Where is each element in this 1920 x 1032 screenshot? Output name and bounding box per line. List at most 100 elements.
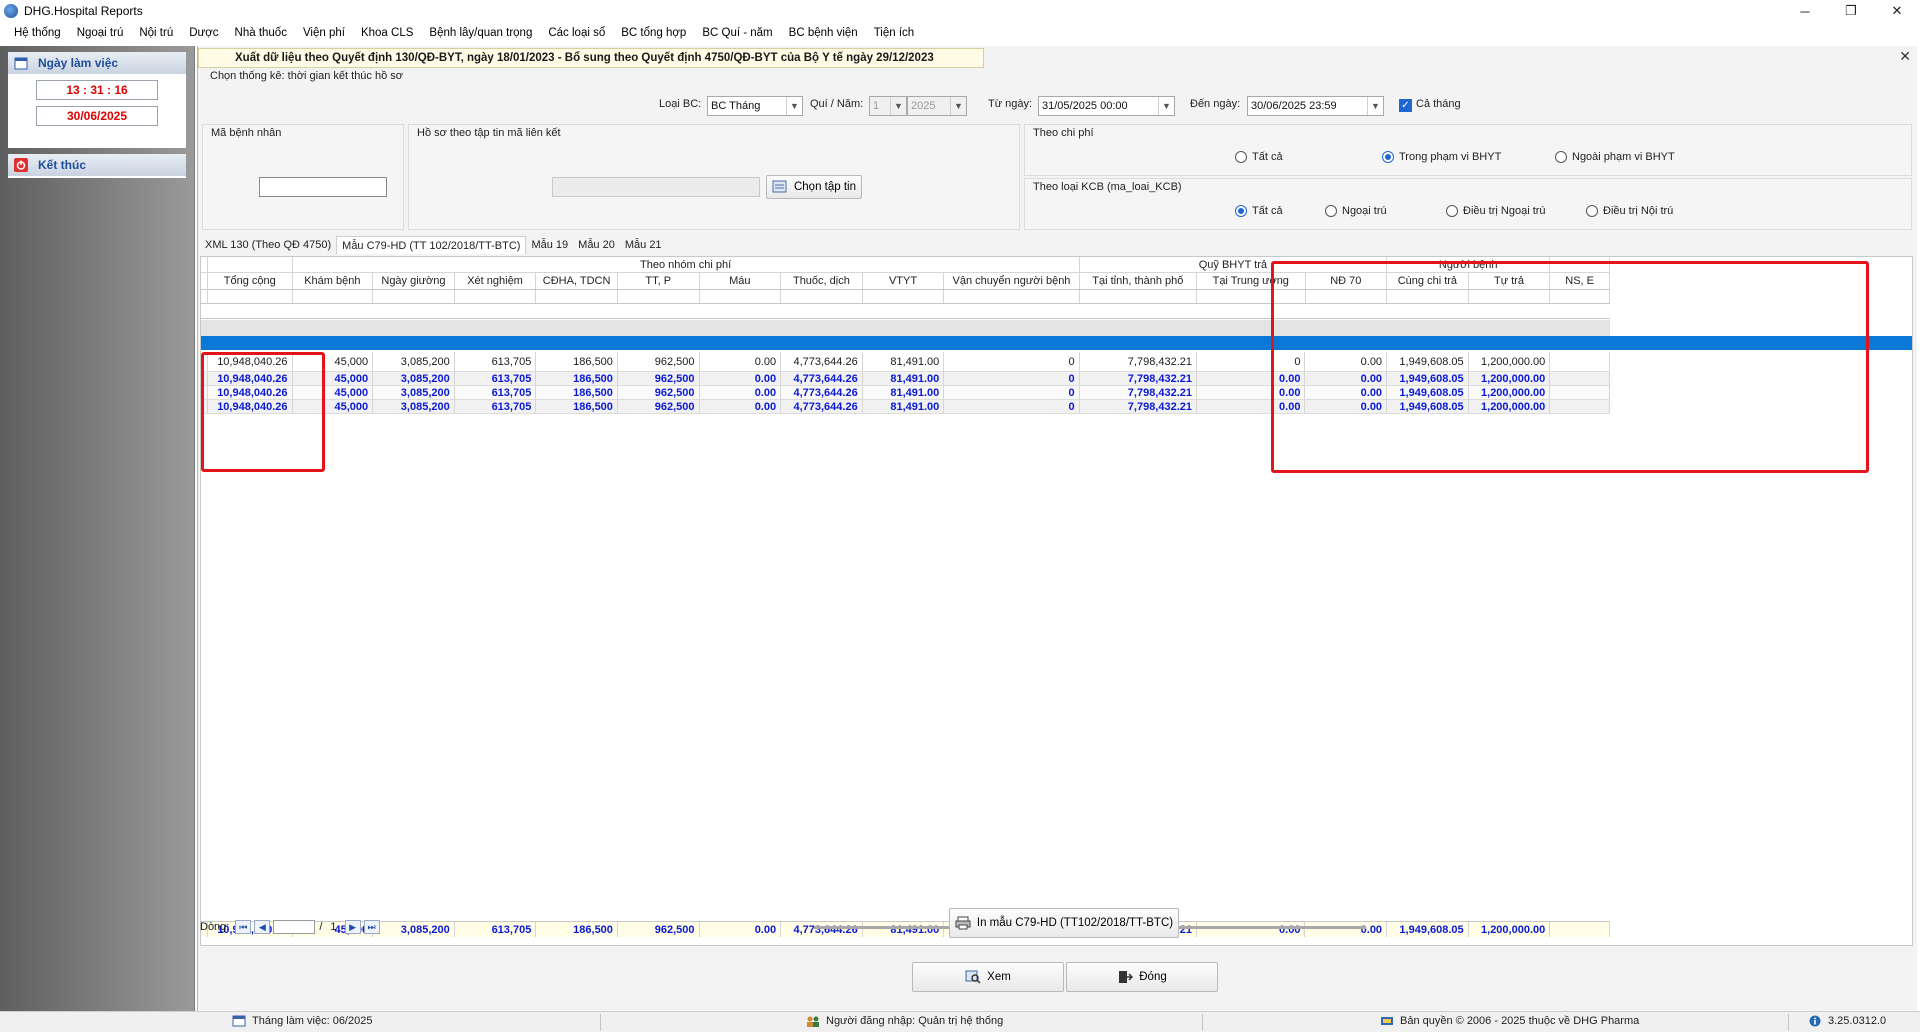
kcb-radio-outpatient[interactable]: Ngoại trú: [1325, 205, 1387, 217]
column-header[interactable]: Thuốc, dịch: [781, 273, 863, 289]
table-cell[interactable]: 3,085,200: [373, 372, 455, 385]
table-cell[interactable]: 7,798,432.21: [1080, 352, 1198, 371]
table-cell[interactable]: 186,500: [536, 372, 618, 385]
next-page-icon[interactable]: ▶: [344, 920, 361, 934]
choose-file-button[interactable]: Chọn tập tin: [766, 175, 862, 199]
table-cell[interactable]: 0.00: [700, 372, 782, 385]
column-header[interactable]: Xét nghiệm: [455, 273, 537, 289]
filter-cell[interactable]: [700, 290, 782, 303]
table-cell[interactable]: 81,491.00: [863, 400, 945, 413]
minimize-button[interactable]: ─: [1782, 0, 1828, 22]
table-cell[interactable]: 4,773,644.26: [781, 372, 863, 385]
filter-cell[interactable]: [536, 290, 618, 303]
kcb-radio-outpatient-treatment[interactable]: Điều trị Ngoại trú: [1446, 205, 1546, 217]
tab-c79hd[interactable]: Mẫu C79-HD (TT 102/2018/TT-BTC): [336, 236, 527, 254]
menu-bc-benh-vien[interactable]: BC bệnh viện: [781, 22, 866, 44]
first-page-icon[interactable]: ⏮: [235, 920, 252, 934]
menu-ngoai-tru[interactable]: Ngoại trú: [69, 22, 132, 44]
table-cell[interactable]: 3,085,200: [373, 386, 455, 399]
close-window-button[interactable]: ✕: [1874, 0, 1920, 22]
menu-vien-phi[interactable]: Viện phí: [295, 22, 353, 44]
table-cell[interactable]: 0: [944, 372, 1080, 385]
table-cell[interactable]: 0: [944, 352, 1080, 371]
to-date-picker[interactable]: 30/06/2025 23:59 ▼: [1247, 96, 1384, 116]
table-cell[interactable]: 962,500: [618, 400, 700, 413]
table-cell[interactable]: 3,085,200: [373, 352, 455, 371]
table-cell[interactable]: 962,500: [618, 372, 700, 385]
file-path-input[interactable]: [552, 177, 760, 197]
filter-cell[interactable]: [944, 290, 1080, 303]
kcb-radio-all[interactable]: Tất cả: [1235, 205, 1283, 217]
table-cell[interactable]: 4,773,644.26: [781, 386, 863, 399]
filter-cell[interactable]: [863, 290, 945, 303]
tab-mau21[interactable]: Mẫu 21: [620, 236, 667, 254]
tab-mau20[interactable]: Mẫu 20: [573, 236, 620, 254]
table-cell[interactable]: 613,705: [455, 386, 537, 399]
table-cell[interactable]: 962,500: [618, 352, 700, 371]
menu-cac-loai-so[interactable]: Các loại sổ: [540, 22, 613, 44]
table-cell[interactable]: 81,491.00: [863, 372, 945, 385]
workday-header[interactable]: Ngày làm việc: [8, 52, 186, 74]
print-c79-button[interactable]: In mẫu C79-HD (TT102/2018/TT-BTC): [949, 908, 1179, 938]
column-header[interactable]: TT, P: [618, 273, 700, 289]
filter-cell[interactable]: [618, 290, 700, 303]
table-cell[interactable]: 186,500: [536, 386, 618, 399]
column-header[interactable]: VTYT: [863, 273, 945, 289]
report-type-select[interactable]: BC Tháng ▼: [707, 96, 803, 116]
table-cell[interactable]: 81,491.00: [863, 386, 945, 399]
table-cell[interactable]: 4,773,644.26: [781, 352, 863, 371]
cost-radio-out-bhyt[interactable]: Ngoài phạm vi BHYT: [1555, 151, 1675, 163]
filter-cell[interactable]: [455, 290, 537, 303]
whole-month-checkbox[interactable]: ✓: [1399, 99, 1412, 112]
patient-code-input[interactable]: [259, 177, 387, 197]
column-header[interactable]: CĐHA, TDCN: [536, 273, 618, 289]
column-header[interactable]: Máu: [700, 273, 782, 289]
page-input[interactable]: [273, 920, 316, 934]
table-cell[interactable]: 7,798,432.21: [1080, 372, 1198, 385]
cost-radio-all[interactable]: Tất cả: [1235, 151, 1283, 163]
menu-he-thong[interactable]: Hệ thống: [6, 22, 69, 44]
filter-cell[interactable]: [1080, 290, 1198, 303]
end-button[interactable]: Kết thúc: [8, 154, 186, 176]
table-cell[interactable]: 613,705: [455, 352, 537, 371]
table-cell[interactable]: 7,798,432.21: [1080, 400, 1198, 413]
table-cell[interactable]: 0.00: [700, 400, 782, 413]
table-cell[interactable]: 7,798,432.21: [1080, 386, 1198, 399]
table-cell[interactable]: 81,491.00: [863, 352, 945, 371]
table-cell[interactable]: 0.00: [700, 352, 782, 371]
view-button[interactable]: Xem: [912, 962, 1064, 992]
filter-cell[interactable]: [208, 290, 293, 303]
filter-cell[interactable]: [293, 290, 374, 303]
from-date-picker[interactable]: 31/05/2025 00:00 ▼: [1038, 96, 1175, 116]
table-cell[interactable]: 3,085,200: [373, 400, 455, 413]
column-header[interactable]: Tổng cộng: [208, 273, 293, 289]
menu-bc-qui-nam[interactable]: BC Quí - năm: [694, 22, 780, 44]
menu-bc-tong-hop[interactable]: BC tổng hợp: [613, 22, 694, 44]
close-button[interactable]: Đóng: [1066, 962, 1218, 992]
table-cell[interactable]: 613,705: [455, 372, 537, 385]
table-cell[interactable]: 4,773,644.26: [781, 400, 863, 413]
menu-benh-lay[interactable]: Bệnh lây/quan trọng: [421, 22, 540, 44]
menu-tien-ich[interactable]: Tiện ích: [866, 22, 922, 44]
table-cell[interactable]: 613,705: [455, 400, 537, 413]
tab-mau19[interactable]: Mẫu 19: [526, 236, 573, 254]
column-header[interactable]: Tại tỉnh, thành phố: [1080, 273, 1198, 289]
close-form-icon[interactable]: ✕: [1899, 48, 1911, 65]
table-cell[interactable]: 186,500: [536, 400, 618, 413]
column-header[interactable]: Ngày giường: [373, 273, 455, 289]
table-cell[interactable]: 0: [944, 400, 1080, 413]
menu-noi-tru[interactable]: Nội trú: [131, 22, 181, 44]
filter-cell[interactable]: [781, 290, 863, 303]
column-header[interactable]: Vận chuyển người bệnh: [944, 273, 1080, 289]
quarter-select[interactable]: 1 ▼: [869, 96, 907, 116]
table-cell[interactable]: 0: [944, 386, 1080, 399]
kcb-radio-inpatient-treatment[interactable]: Điều trị Nội trú: [1586, 205, 1673, 217]
prev-page-icon[interactable]: ◀: [254, 920, 271, 934]
menu-nha-thuoc[interactable]: Nhà thuốc: [227, 22, 295, 44]
table-cell[interactable]: 0.00: [700, 386, 782, 399]
menu-duoc[interactable]: Dược: [181, 22, 226, 44]
filter-cell[interactable]: [373, 290, 455, 303]
menu-khoa-cls[interactable]: Khoa CLS: [353, 22, 421, 44]
table-cell[interactable]: 186,500: [536, 352, 618, 371]
tab-xml130[interactable]: XML 130 (Theo QĐ 4750): [200, 236, 336, 254]
